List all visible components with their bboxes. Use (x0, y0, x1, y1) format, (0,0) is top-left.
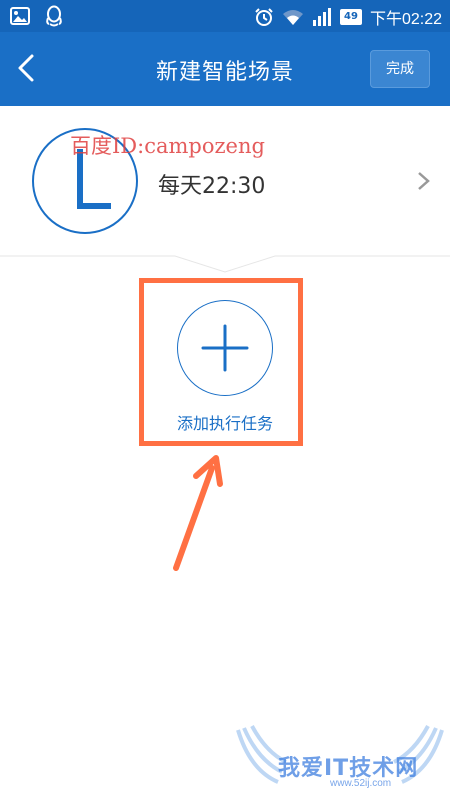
title-bar: 新建智能场景 完成 (0, 32, 450, 106)
qq-icon (46, 5, 62, 27)
status-right: 49 下午02:22 (254, 5, 442, 29)
screen: 49 下午02:22 新建智能场景 完成 每天22:30 百度ID:campoz… (0, 0, 450, 800)
battery-icon: 49 (339, 9, 362, 25)
status-time: 下午02:22 (369, 11, 442, 28)
trigger-time-label: 每天22:30 (158, 174, 266, 199)
chevron-right-icon (418, 172, 430, 190)
signal-icon (312, 8, 331, 26)
divider (0, 255, 450, 273)
status-bar: 49 下午02:22 (0, 0, 450, 32)
watermark-text: 百度ID:campozeng (70, 134, 265, 158)
trigger-time-row[interactable]: 每天22:30 百度ID:campozeng (0, 106, 450, 256)
logo-url: www.52ij.com (330, 778, 392, 789)
logo-watermark: 我爱IT技术网 www.52ij.com (230, 720, 450, 800)
status-left (10, 5, 64, 27)
annotation-arrow (173, 455, 223, 571)
highlight-box (139, 278, 303, 446)
gallery-icon (10, 7, 30, 25)
alarm-icon (255, 8, 273, 26)
wifi-icon (282, 10, 303, 25)
done-button[interactable]: 完成 (370, 50, 430, 88)
